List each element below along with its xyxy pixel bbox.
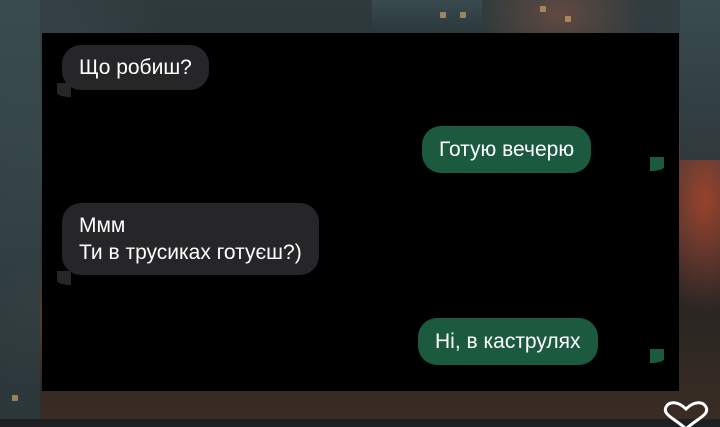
- building-right: [680, 0, 720, 160]
- window-light: [440, 12, 446, 18]
- window-light: [460, 12, 466, 18]
- incoming-message-bubble: Ммм Ти в трусиках готуєш?): [62, 203, 319, 275]
- window-light: [540, 6, 546, 12]
- message-text: Ти в трусиках готуєш?): [79, 241, 302, 264]
- outgoing-message-bubble: Ні, в каструлях: [418, 318, 598, 365]
- window-light: [565, 16, 571, 22]
- window-light: [12, 395, 18, 401]
- bubble-tail: [650, 157, 664, 171]
- message-text: Ммм: [79, 214, 126, 237]
- bubble-tail: [650, 349, 664, 363]
- message-text: Ні, в каструлях: [435, 330, 581, 353]
- message-text: Готую вечерю: [439, 138, 575, 161]
- chat-panel: Що робиш? Готую вечерю Ммм Ти в трусиках…: [42, 33, 679, 391]
- building-left: [0, 0, 40, 419]
- bubble-tail: [57, 271, 71, 285]
- outgoing-message-bubble: Готую вечерю: [422, 126, 592, 173]
- message-text: Що робиш?: [79, 56, 192, 79]
- heart-outline-icon: [663, 401, 709, 427]
- incoming-message-bubble: Що робиш?: [62, 45, 209, 90]
